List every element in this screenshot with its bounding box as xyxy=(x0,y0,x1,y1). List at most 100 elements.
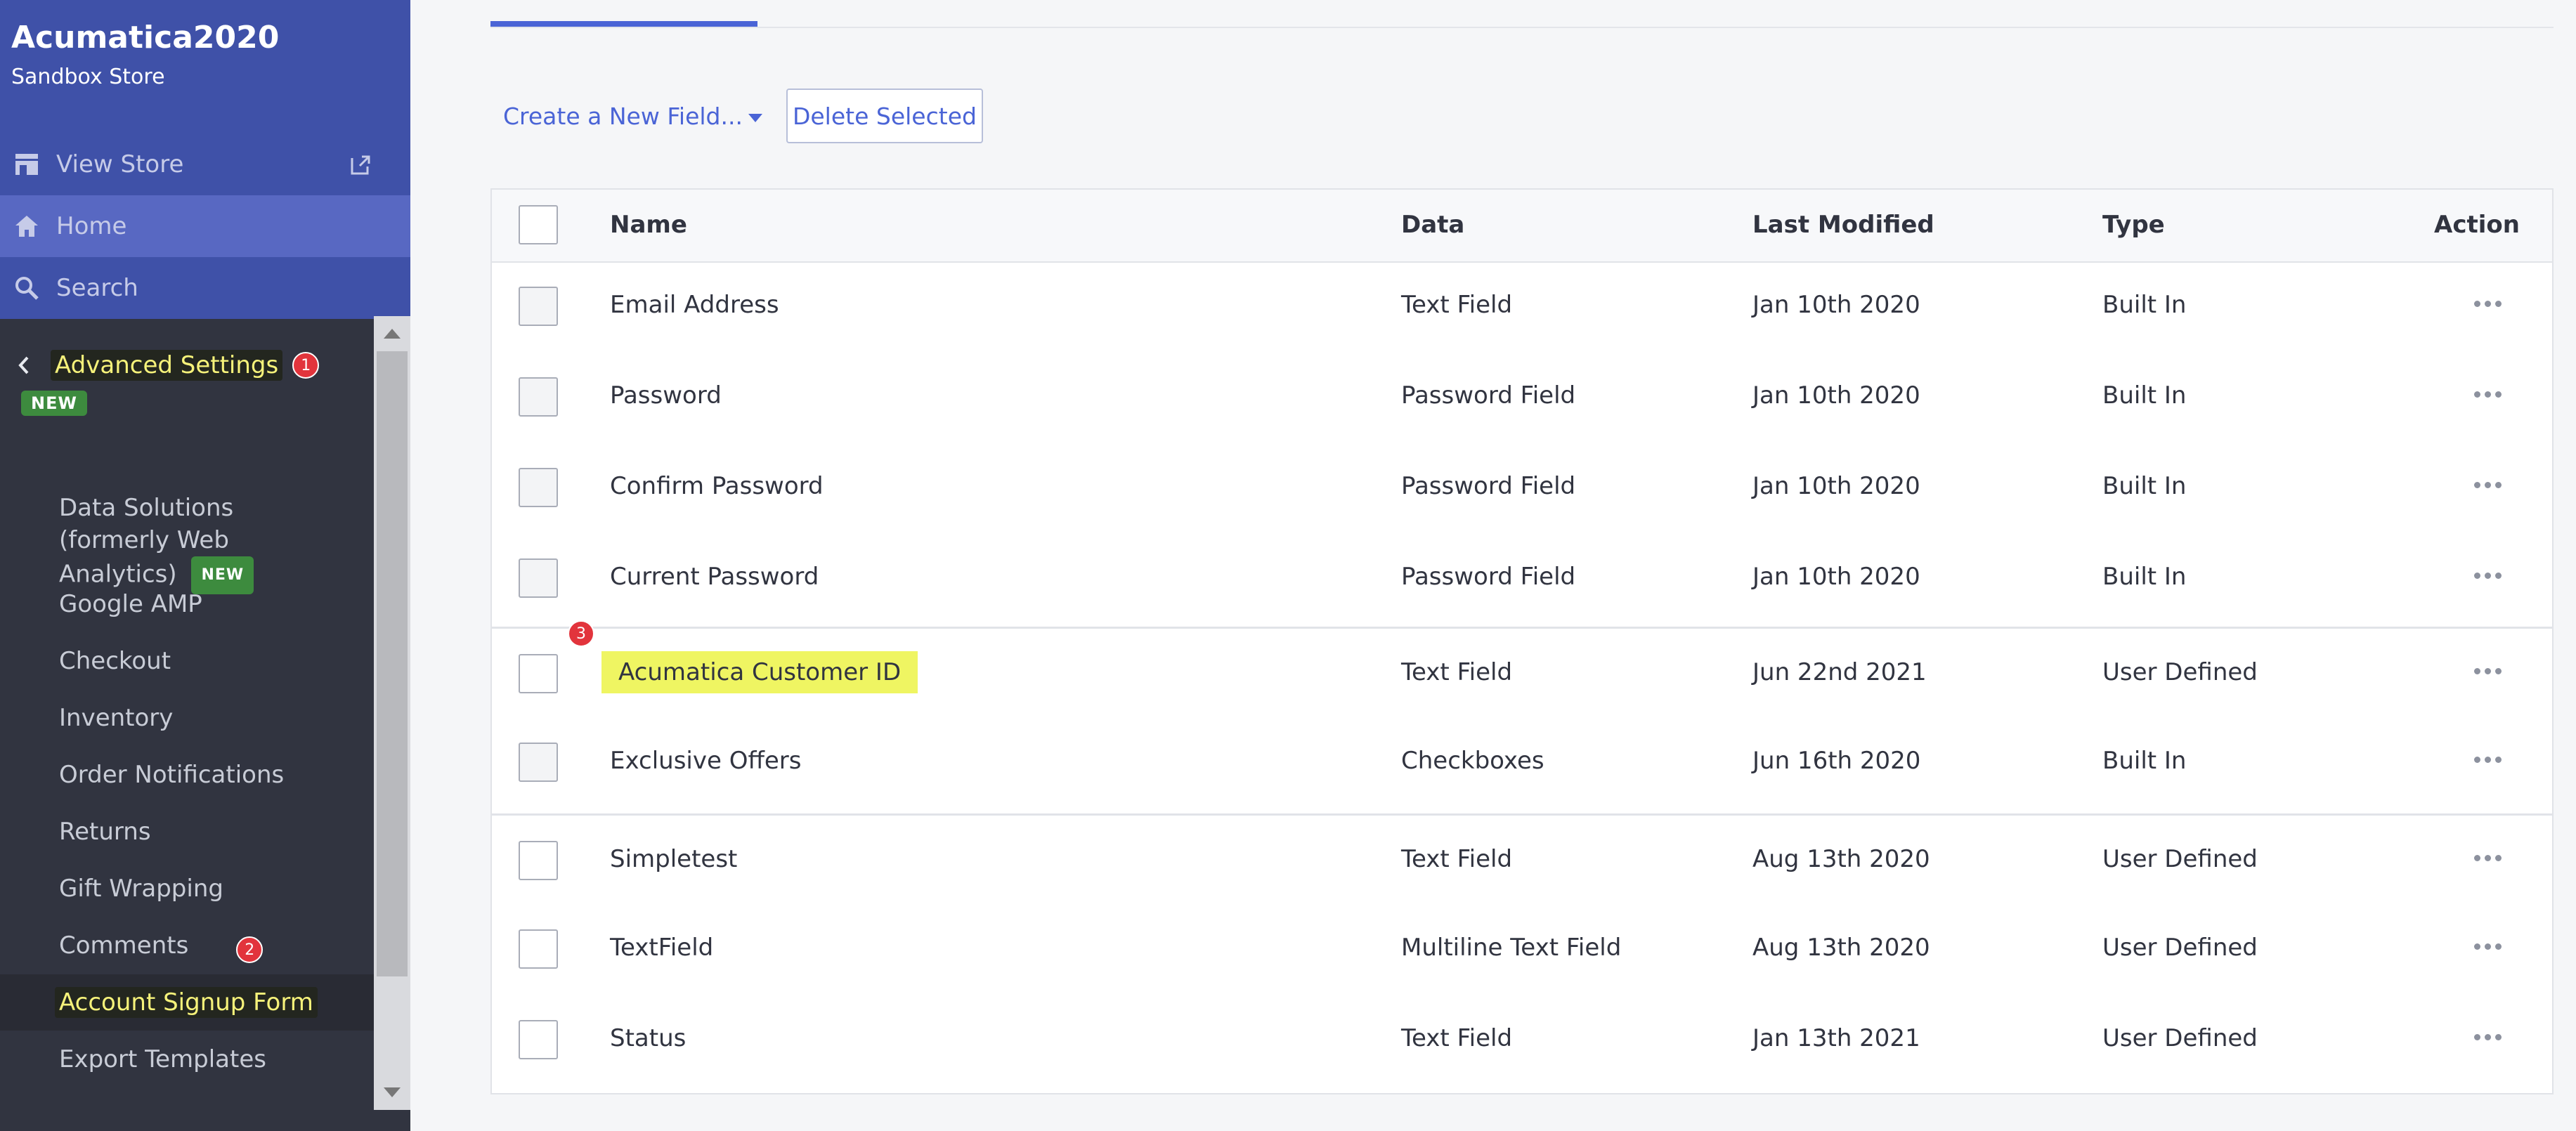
row-checkbox[interactable] xyxy=(519,743,558,782)
external-link-icon[interactable] xyxy=(350,155,371,176)
table-row[interactable]: Exclusive Offers Checkboxes Jun 16th 2020 B… xyxy=(492,717,2552,807)
nav-home[interactable]: Home xyxy=(0,195,410,257)
cell-name[interactable]: Current Password xyxy=(610,563,819,591)
cell-last-modified: Jun 22nd 2021 xyxy=(1752,658,1927,686)
cell-type: User Defined xyxy=(2102,658,2258,686)
menu-item-comments[interactable]: Comments 2 xyxy=(0,917,374,974)
cell-last-modified: Aug 13th 2020 xyxy=(1752,934,1930,962)
delete-selected-button[interactable]: Delete Selected xyxy=(786,89,983,143)
annotation-marker-3: 3 xyxy=(568,620,594,647)
cell-last-modified: Jun 16th 2020 xyxy=(1752,747,1921,775)
row-checkbox[interactable] xyxy=(519,1020,558,1059)
toolbar: Create a New Field... Delete Selected xyxy=(503,89,983,143)
cell-name[interactable]: Exclusive Offers xyxy=(610,747,802,775)
row-checkbox[interactable] xyxy=(519,558,558,598)
table-row[interactable]: Email Address Text Field Jan 10th 2020 Buil… xyxy=(492,261,2552,351)
row-checkbox[interactable] xyxy=(519,929,558,969)
row-checkbox[interactable] xyxy=(519,654,558,693)
annotation-marker-1: 1 xyxy=(292,352,320,379)
cell-last-modified: Jan 10th 2020 xyxy=(1752,472,1920,500)
table-row[interactable]: Acumatica Customer ID Text Field Jun 22nd … xyxy=(492,620,2552,719)
annotation-marker-2: 2 xyxy=(236,936,264,963)
cell-last-modified: Aug 13th 2020 xyxy=(1752,845,1930,873)
more-actions-icon[interactable] xyxy=(2474,943,2502,950)
cell-last-modified: Jan 10th 2020 xyxy=(1752,563,1920,591)
more-actions-icon[interactable] xyxy=(2474,482,2502,488)
more-actions-icon[interactable] xyxy=(2474,391,2502,398)
more-actions-icon[interactable] xyxy=(2474,573,2502,579)
sidebar-scrollbar[interactable] xyxy=(374,316,410,1110)
cell-name[interactable]: Status xyxy=(610,1024,686,1052)
cell-type: Built In xyxy=(2102,381,2187,410)
nav-search-label: Search xyxy=(56,274,138,302)
row-checkbox[interactable] xyxy=(519,287,558,326)
scroll-thumb[interactable] xyxy=(377,351,408,976)
menu-item-account-signup-form[interactable]: Account Signup Form xyxy=(0,974,374,1031)
cell-name[interactable]: Email Address xyxy=(610,291,779,319)
cell-type: User Defined xyxy=(2102,934,2258,962)
tab-bar-divider xyxy=(490,27,2554,28)
nav-search[interactable]: Search xyxy=(0,257,410,319)
nav-view-store[interactable]: View Store xyxy=(0,133,410,195)
new-badge: NEW xyxy=(21,391,87,416)
settings-submenu: Advanced Settings 1 NEW Data Solutions (… xyxy=(0,316,374,1117)
more-actions-icon[interactable] xyxy=(2474,668,2502,674)
table-row[interactable]: TextField Multiline Text Field Aug 13th 20… xyxy=(492,904,2552,994)
cell-data: Text Field xyxy=(1401,845,1513,873)
fields-table: Name Data Last Modified Type Action Emai… xyxy=(490,188,2554,1094)
table-row[interactable]: Confirm Password Password Field Jan 10th 2… xyxy=(492,443,2552,532)
table-row[interactable]: Password Password Field Jan 10th 2020 Built… xyxy=(492,352,2552,442)
row-checkbox[interactable] xyxy=(519,841,558,880)
menu-item-google-amp[interactable]: Google AMP xyxy=(0,576,374,632)
store-name: Acumatica2020 xyxy=(11,20,280,55)
search-icon xyxy=(15,277,39,300)
cell-data: Multiline Text Field xyxy=(1401,934,1622,962)
column-header-data[interactable]: Data xyxy=(1401,211,1464,239)
cell-name[interactable]: Confirm Password xyxy=(610,472,824,500)
back-to-advanced-settings[interactable]: Advanced Settings 1 xyxy=(17,350,320,381)
cell-data: Password Field xyxy=(1401,563,1576,591)
cell-data: Text Field xyxy=(1401,291,1513,319)
cell-data: Text Field xyxy=(1401,1024,1513,1052)
cell-name[interactable]: Simpletest xyxy=(610,845,737,873)
table-header: Name Data Last Modified Type Action xyxy=(492,190,2552,263)
cell-name[interactable]: Password xyxy=(610,381,722,410)
table-row[interactable]: Current Password Password Field Jan 10th 2… xyxy=(492,533,2552,623)
select-all-checkbox[interactable] xyxy=(519,205,558,244)
cell-name[interactable]: Acumatica Customer ID xyxy=(601,651,918,693)
cell-data: Text Field xyxy=(1401,658,1513,686)
menu-item-label: Inventory xyxy=(59,704,174,732)
column-header-name[interactable]: Name xyxy=(610,211,687,239)
more-actions-icon[interactable] xyxy=(2474,1034,2502,1040)
nav-view-store-label: View Store xyxy=(56,150,184,178)
more-actions-icon[interactable] xyxy=(2474,301,2502,307)
menu-item-returns[interactable]: Returns xyxy=(0,804,374,860)
menu-item-label: Comments xyxy=(59,931,189,960)
menu-item-gift-wrapping[interactable]: Gift Wrapping xyxy=(0,861,374,917)
column-header-last-modified[interactable]: Last Modified xyxy=(1752,211,1934,239)
row-checkbox[interactable] xyxy=(519,468,558,507)
table-row[interactable]: Status Text Field Jan 13th 2021 User Define… xyxy=(492,995,2552,1085)
cell-type: Built In xyxy=(2102,747,2187,775)
scroll-down-icon[interactable] xyxy=(384,1087,401,1097)
menu-item-label: Account Signup Form xyxy=(55,987,318,1018)
cell-type: User Defined xyxy=(2102,1024,2258,1052)
cell-last-modified: Jan 13th 2021 xyxy=(1752,1024,1920,1052)
create-field-dropdown[interactable]: Create a New Field... xyxy=(503,103,762,130)
menu-item-export-templates[interactable]: Export Templates xyxy=(0,1031,374,1087)
cell-last-modified: Jan 10th 2020 xyxy=(1752,381,1920,410)
active-tab-indicator xyxy=(490,21,757,27)
table-row[interactable]: Simpletest Text Field Aug 13th 2020 User De… xyxy=(492,813,2552,906)
cell-name[interactable]: TextField xyxy=(610,934,713,962)
menu-item-data-solutions[interactable]: Data Solutions (formerly Web Analytics) … xyxy=(0,492,374,594)
more-actions-icon[interactable] xyxy=(2474,855,2502,861)
column-header-type[interactable]: Type xyxy=(2102,211,2165,239)
more-actions-icon[interactable] xyxy=(2474,757,2502,763)
menu-item-checkout[interactable]: Checkout xyxy=(0,633,374,689)
scroll-up-icon[interactable] xyxy=(384,329,401,339)
chevron-left-icon[interactable] xyxy=(17,355,31,375)
nav-home-label: Home xyxy=(56,212,127,240)
menu-item-inventory[interactable]: Inventory xyxy=(0,690,374,746)
row-checkbox[interactable] xyxy=(519,377,558,417)
menu-item-order-notifications[interactable]: Order Notifications xyxy=(0,747,374,803)
